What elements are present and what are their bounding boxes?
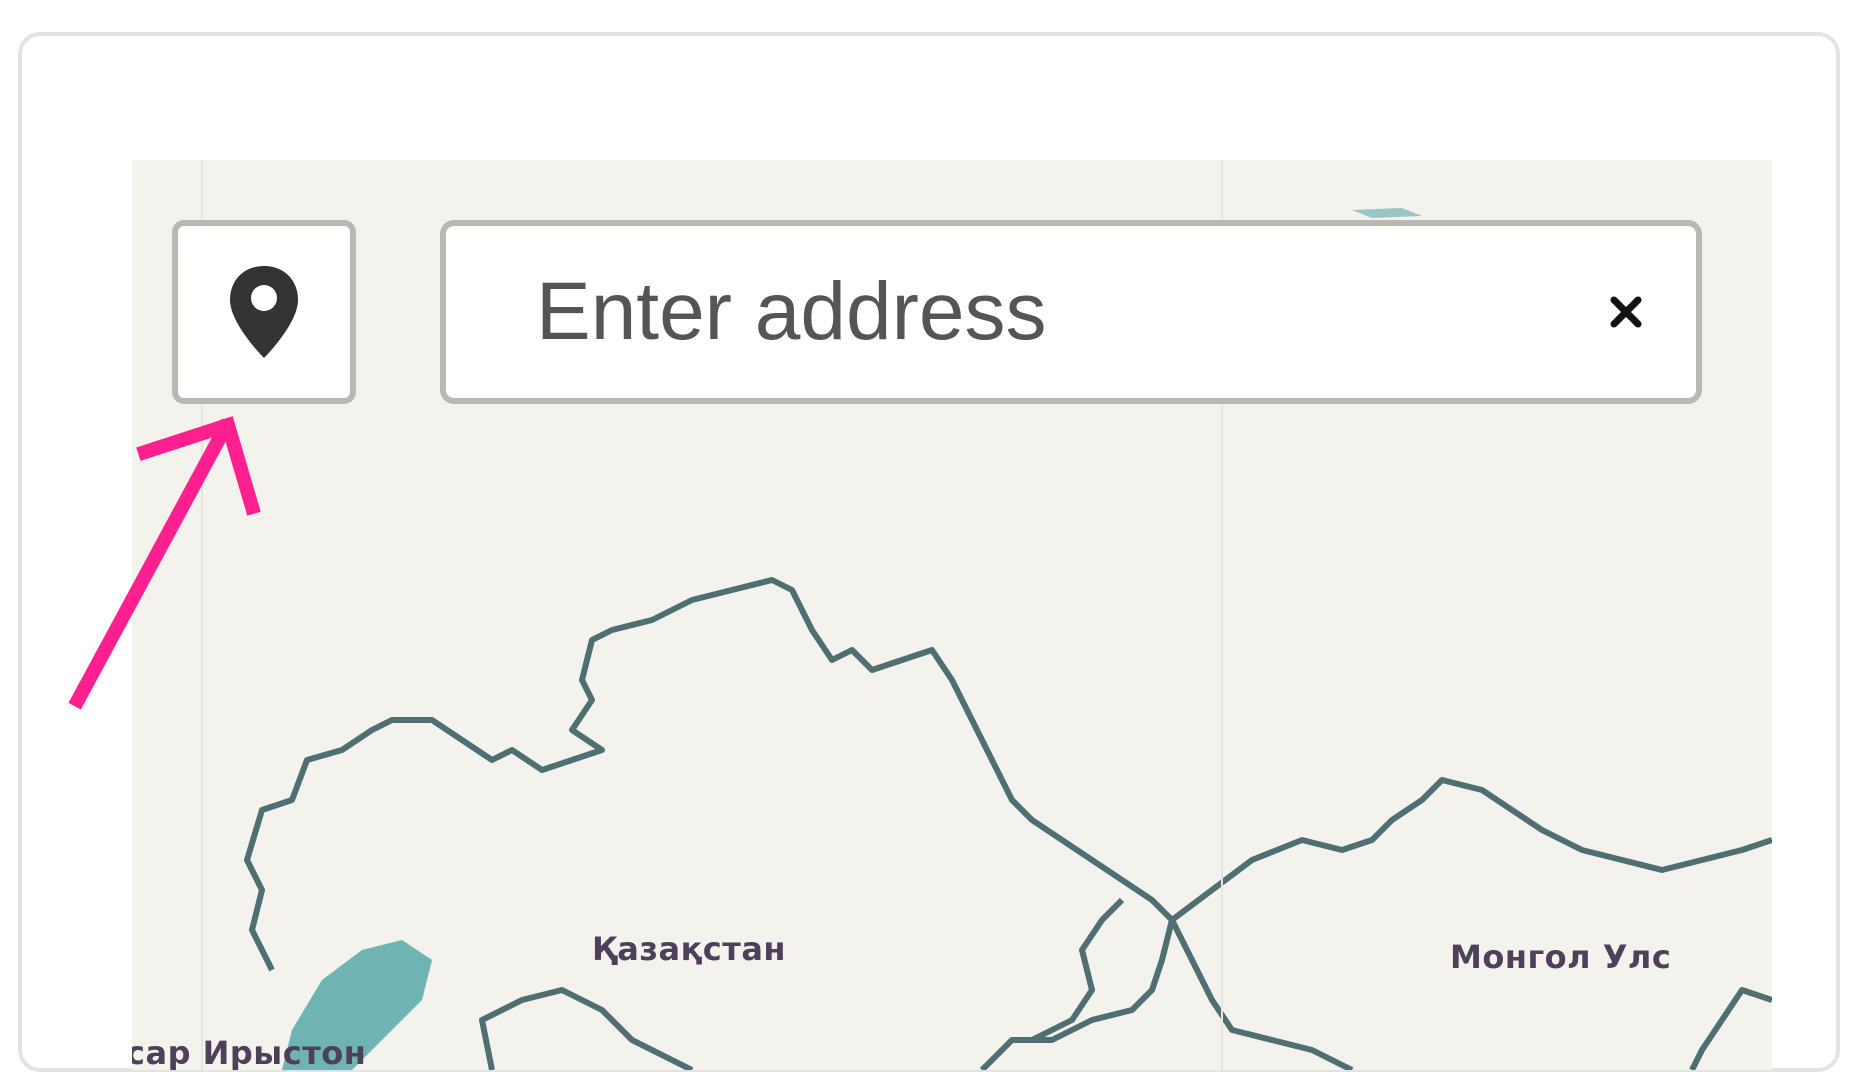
mongolia-east-border xyxy=(1689,987,1772,1070)
close-icon xyxy=(1610,296,1642,328)
address-search-box xyxy=(440,220,1702,404)
map-widget-frame: Қазақстан Монгол Улс сар Ирыстон xyxy=(18,32,1840,1072)
map-label-mongolia: Монгол Улс xyxy=(1450,938,1672,976)
map-label-kazakhstan: Қазақстан xyxy=(592,930,787,968)
map-canvas[interactable]: Қазақстан Монгол Улс сар Ирыстон xyxy=(132,160,1772,1070)
mongolia-border xyxy=(1170,777,1772,923)
inner-border xyxy=(1030,897,1125,1043)
water-patch xyxy=(1352,208,1422,218)
address-search-input[interactable] xyxy=(536,246,1536,378)
kazakhstan-border xyxy=(244,577,1175,972)
map-pin-icon xyxy=(230,266,298,358)
central-asia-border xyxy=(479,987,694,1070)
mongolia-south-border xyxy=(1169,918,1354,1070)
clear-search-button[interactable] xyxy=(1596,282,1656,342)
map-label-ossetia: сар Ирыстон xyxy=(132,1034,367,1070)
kazakhstan-south-border xyxy=(979,919,1175,1070)
locate-button[interactable] xyxy=(172,220,356,404)
